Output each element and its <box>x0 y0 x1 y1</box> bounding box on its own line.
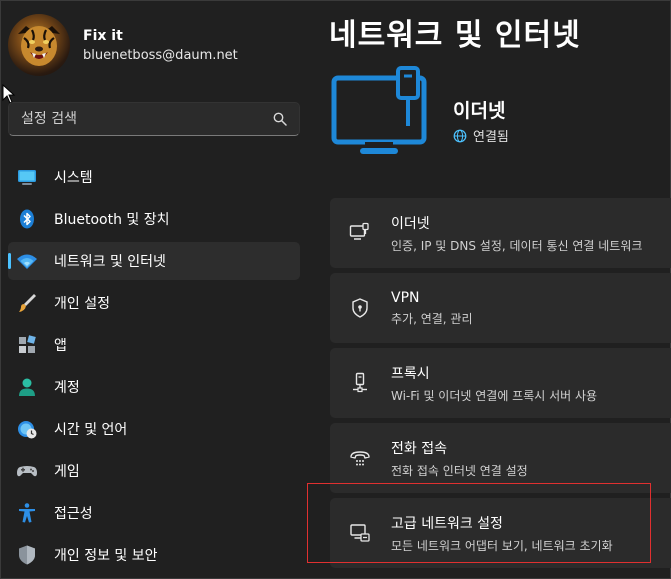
nav-item-personalization[interactable]: 개인 설정 <box>8 284 300 322</box>
nav-item-apps[interactable]: 앱 <box>8 326 300 364</box>
connection-status: 연결됨 <box>453 126 509 145</box>
gamepad-icon <box>16 460 38 482</box>
card-ethernet[interactable]: 이더넷 인증, IP 및 DNS 설정, 데이터 통신 연결 네트워크 <box>330 198 671 268</box>
search-box[interactable] <box>8 102 300 136</box>
nav-item-accounts[interactable]: 계정 <box>8 368 300 406</box>
nav-item-label: 개인 설정 <box>54 296 110 312</box>
ethernet-icon <box>349 222 371 244</box>
page-title: 네트워크 및 인터넷 <box>329 18 581 53</box>
proxy-icon <box>349 372 371 394</box>
nav-item-label: 계정 <box>54 380 80 396</box>
hero-title: 이더넷 <box>453 100 506 122</box>
nav-item-accessibility[interactable]: 접근성 <box>8 494 300 532</box>
search-input[interactable] <box>21 111 273 127</box>
card-title: 전화 접속 <box>391 440 447 457</box>
card-desc: 추가, 연결, 관리 <box>391 311 473 326</box>
nav-item-label: 앱 <box>54 338 67 354</box>
shield-icon <box>16 544 38 566</box>
nav-item-label: 게임 <box>54 464 80 480</box>
nav-item-label: 시간 및 언어 <box>54 422 128 438</box>
vpn-shield-icon <box>349 297 371 319</box>
search-icon[interactable] <box>273 112 287 126</box>
sidebar: Fix it bluenetboss@daum.net 시스템 Bluetoot… <box>0 0 310 579</box>
card-dialup[interactable]: 전화 접속 전화 접속 인터넷 연결 설정 <box>330 423 671 493</box>
card-vpn[interactable]: VPN 추가, 연결, 관리 <box>330 273 671 343</box>
card-title: 이더넷 <box>391 215 430 232</box>
nav-item-label: 개인 정보 및 보안 <box>54 548 158 564</box>
nav-item-label: 시스템 <box>54 170 93 186</box>
nav-item-privacy-security[interactable]: 개인 정보 및 보안 <box>8 536 300 574</box>
nav-item-label: Bluetooth 및 장치 <box>54 212 170 228</box>
card-desc: 전화 접속 인터넷 연결 설정 <box>391 463 528 478</box>
mouse-cursor-icon <box>2 84 16 104</box>
nav-item-time-language[interactable]: 시간 및 언어 <box>8 410 300 448</box>
card-title: 프록시 <box>391 365 430 382</box>
nav-item-network[interactable]: 네트워크 및 인터넷 <box>8 242 300 280</box>
nav-item-system[interactable]: 시스템 <box>8 158 300 196</box>
nav-item-gaming[interactable]: 게임 <box>8 452 300 490</box>
monitor-icon <box>16 166 38 188</box>
card-title: 고급 네트워크 설정 <box>391 515 503 532</box>
ethernet-hero-icon <box>331 66 427 154</box>
user-avatar[interactable] <box>8 14 70 76</box>
tiger-avatar-icon <box>18 26 60 66</box>
card-desc: Wi-Fi 및 이더넷 연결에 프록시 서버 사용 <box>391 388 598 403</box>
clock-globe-icon <box>16 418 38 440</box>
advanced-network-icon <box>349 522 371 544</box>
settings-cards: 이더넷 인증, IP 및 DNS 설정, 데이터 통신 연결 네트워크 VPN … <box>330 198 671 573</box>
nav-item-label: 접근성 <box>54 506 93 522</box>
status-text: 연결됨 <box>473 130 509 145</box>
card-desc: 인증, IP 및 DNS 설정, 데이터 통신 연결 네트워크 <box>391 238 643 253</box>
bluetooth-icon <box>16 208 38 230</box>
nav-item-bluetooth[interactable]: Bluetooth 및 장치 <box>8 200 300 238</box>
wifi-icon <box>16 250 38 272</box>
card-title: VPN <box>391 289 420 306</box>
brush-icon <box>16 292 38 314</box>
user-name: Fix it <box>83 28 123 44</box>
globe-icon <box>453 129 467 142</box>
card-advanced-network[interactable]: 고급 네트워크 설정 모든 네트워크 어댑터 보기, 네트워크 초기화 <box>330 498 671 568</box>
dialup-icon <box>349 447 371 469</box>
card-proxy[interactable]: 프록시 Wi-Fi 및 이더넷 연결에 프록시 서버 사용 <box>330 348 671 418</box>
accessibility-icon <box>16 502 38 524</box>
card-desc: 모든 네트워크 어댑터 보기, 네트워크 초기화 <box>391 538 613 553</box>
apps-icon <box>16 334 38 356</box>
person-icon <box>16 376 38 398</box>
nav-list: 시스템 Bluetooth 및 장치 네트워크 및 인터넷 개인 설정 앱 계정… <box>8 158 300 578</box>
nav-item-label: 네트워크 및 인터넷 <box>54 254 166 270</box>
user-email: bluenetboss@daum.net <box>83 48 238 63</box>
